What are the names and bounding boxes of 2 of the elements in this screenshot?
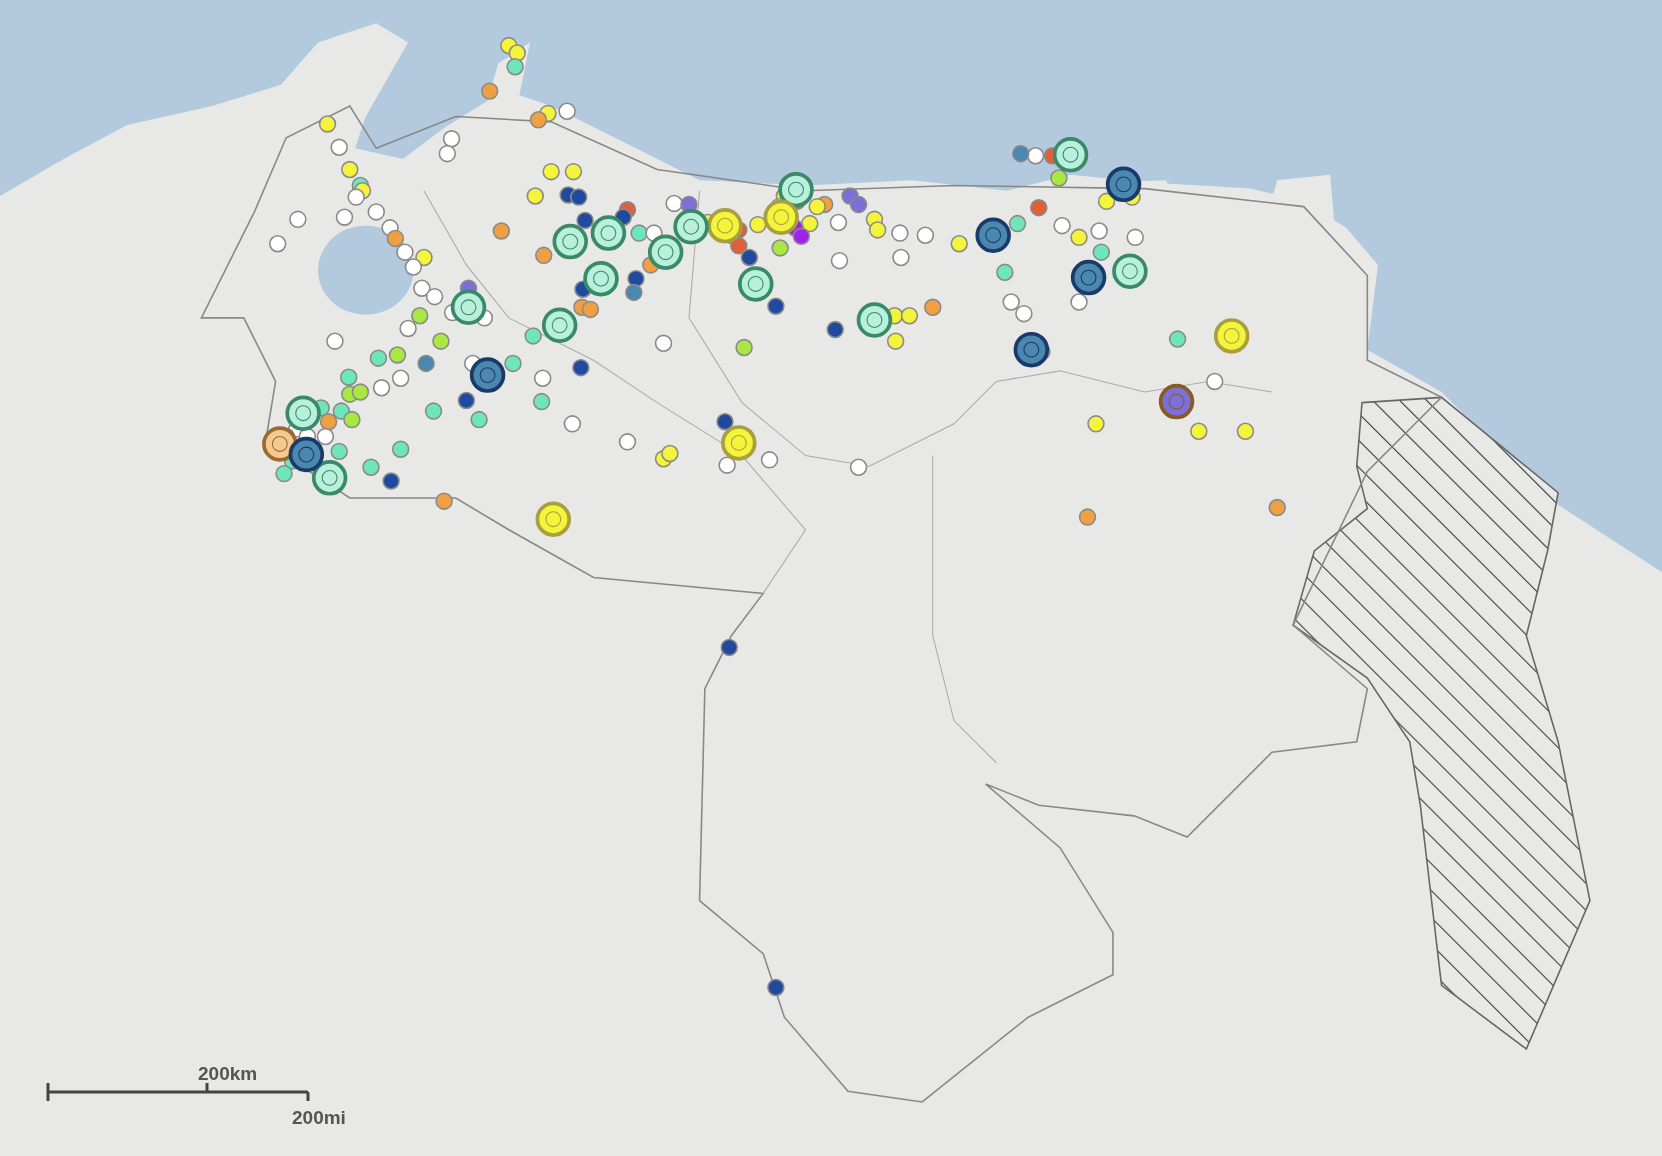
scale-label: 200km (198, 1062, 258, 1086)
scale-label: 200mi (292, 1106, 346, 1130)
